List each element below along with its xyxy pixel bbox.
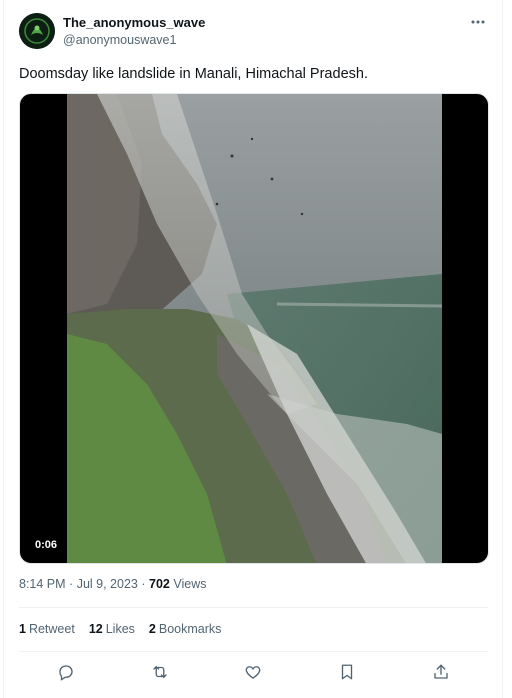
like-icon	[246, 666, 261, 679]
author-handle[interactable]: @anonymouswave1	[63, 32, 205, 48]
video-frame	[67, 94, 442, 563]
author-info: The_anonymous_wave @anonymouswave1	[63, 15, 205, 48]
retweets-label: Retweet	[28, 622, 75, 636]
tweet-text: Doomsday like landslide in Manali, Himac…	[19, 66, 368, 82]
bookmark-button[interactable]	[335, 660, 359, 684]
meta-separator: ·	[69, 577, 74, 591]
retweet-icon	[153, 666, 167, 678]
tweet-card: The_anonymous_wave @anonymouswave1 Dooms…	[3, 0, 503, 698]
video-player[interactable]: 0:06	[19, 93, 489, 564]
tweet-meta: 8:14 PM · Jul 9, 2023 · 702 Views	[19, 577, 206, 591]
retweets-stat[interactable]: 1 Retweet	[19, 622, 75, 636]
tweet-time[interactable]: 8:14 PM	[19, 577, 66, 591]
likes-label: Likes	[105, 622, 135, 636]
reply-icon	[59, 665, 73, 681]
retweets-count: 1	[19, 622, 26, 636]
views-count: 702	[149, 577, 170, 591]
likes-stat[interactable]: 12 Likes	[89, 622, 135, 636]
author-display-name[interactable]: The_anonymous_wave	[63, 15, 205, 31]
engagement-stats: 1 Retweet 12 Likes 2 Bookmarks	[19, 622, 221, 636]
avatar[interactable]	[19, 13, 55, 49]
bookmarks-stat[interactable]: 2 Bookmarks	[149, 622, 221, 636]
more-icon	[471, 20, 485, 24]
bookmarks-count: 2	[148, 622, 156, 636]
divider	[19, 651, 488, 652]
share-icon	[434, 664, 448, 679]
meta-separator-2: ·	[141, 577, 146, 591]
video-duration-badge: 0:06	[30, 537, 63, 553]
action-bar	[19, 660, 488, 684]
tweet-date[interactable]: Jul 9, 2023	[77, 577, 138, 591]
divider	[19, 607, 488, 608]
bookmark-icon	[342, 664, 353, 680]
retweet-button[interactable]	[148, 660, 172, 684]
views-label: Views	[173, 577, 207, 591]
likes-count: 12	[88, 622, 103, 636]
bookmarks-label: Bookmarks	[158, 622, 222, 636]
like-button[interactable]	[241, 660, 265, 684]
share-button[interactable]	[429, 660, 453, 684]
reply-button[interactable]	[54, 660, 78, 684]
more-options-button[interactable]	[468, 12, 488, 32]
